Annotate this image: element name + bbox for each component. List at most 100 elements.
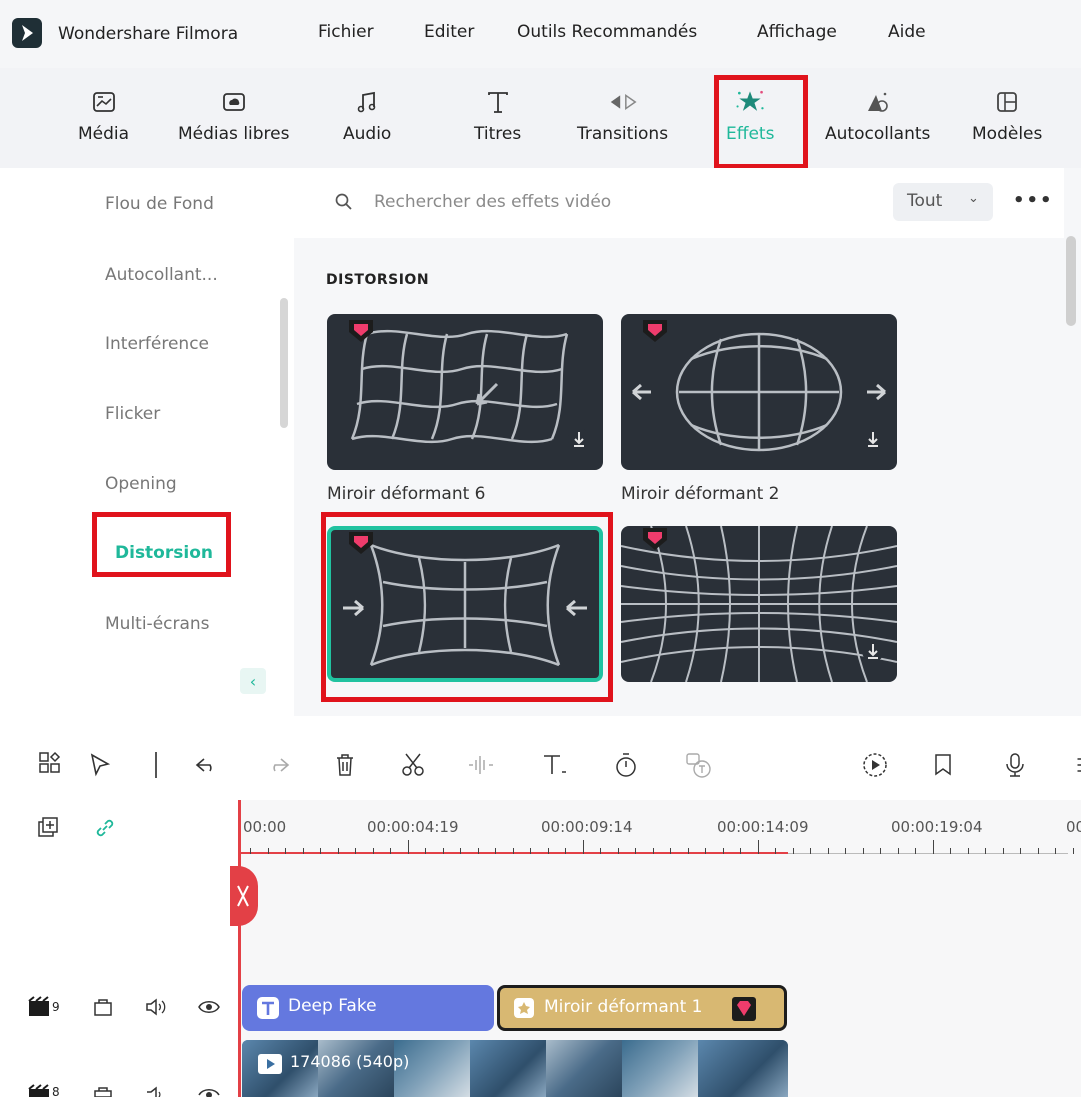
- delete-icon[interactable]: [330, 750, 360, 780]
- filmora-logo-icon: [12, 18, 42, 48]
- effect-thumb-miroir-2[interactable]: [621, 314, 897, 470]
- sticker-icon: [862, 86, 894, 118]
- video-frame: [470, 1040, 546, 1097]
- collapse-sidebar-button[interactable]: ‹: [240, 668, 266, 694]
- ruler-time-2: 00:00:09:14: [541, 818, 633, 836]
- video-frame: [698, 1040, 788, 1097]
- layout-grid-icon[interactable]: [36, 750, 66, 780]
- ruler-tick: [337, 848, 339, 854]
- folder-lock-icon[interactable]: [92, 996, 114, 1018]
- video-clip-icon: [258, 1054, 282, 1074]
- eye-icon[interactable]: [197, 996, 221, 1018]
- tab-effets[interactable]: Effets: [726, 86, 774, 144]
- search-input[interactable]: Rechercher des effets vidéo: [374, 192, 611, 212]
- effect-thumb-miroir-6[interactable]: [327, 314, 603, 470]
- ruler-tick: [407, 840, 409, 854]
- ruler-tick: [862, 848, 864, 854]
- sidebar-scrollbar[interactable]: [280, 298, 288, 428]
- speech-to-text-icon[interactable]: [683, 750, 713, 780]
- stock-media-icon: [218, 86, 250, 118]
- ruler-tick: [302, 848, 304, 854]
- more-options-icon[interactable]: •••: [1013, 190, 1054, 211]
- effect-thumb-4[interactable]: [621, 526, 897, 682]
- ruler-time-0: 00:00: [243, 818, 287, 836]
- add-track-icon[interactable]: [36, 815, 62, 841]
- ruler-tick: [827, 848, 829, 854]
- speaker-icon[interactable]: [144, 996, 168, 1018]
- sidebar-item-flicker[interactable]: Flicker: [105, 404, 160, 424]
- menu-editer[interactable]: Editer: [424, 22, 474, 42]
- ruler-tick: [547, 848, 549, 854]
- video-track-icon-2: [28, 1084, 49, 1097]
- track-number: 9: [52, 1000, 60, 1014]
- sidebar-item-interference[interactable]: Interférence: [105, 334, 209, 354]
- filter-dropdown[interactable]: Tout ⌄: [893, 183, 993, 221]
- sidebar-item-flou-de-fond[interactable]: Flou de Fond: [105, 194, 214, 214]
- template-icon: [991, 86, 1023, 118]
- menu-lines-icon[interactable]: [1066, 750, 1081, 780]
- menu-outils-recommandes[interactable]: Outils Recommandés: [517, 22, 697, 42]
- tab-audio[interactable]: Audio: [343, 86, 391, 144]
- sidebar-item-opening[interactable]: Opening: [105, 474, 177, 494]
- ruler-tick: [477, 848, 479, 854]
- sidebar-item-multi-ecrans[interactable]: Multi-écrans: [105, 614, 210, 634]
- audio-split-icon[interactable]: [466, 750, 496, 780]
- text-tool-icon[interactable]: [540, 750, 570, 780]
- app-name: Wondershare Filmora: [58, 24, 239, 44]
- title-clip[interactable]: Deep Fake: [242, 985, 494, 1031]
- ruler-tick: [950, 848, 951, 854]
- video-clip-label: 174086 (540p): [290, 1052, 410, 1071]
- text-t-icon: [482, 86, 514, 118]
- tab-modeles[interactable]: Modèles: [972, 86, 1042, 144]
- undo-icon[interactable]: [192, 750, 222, 780]
- marker-icon[interactable]: [928, 750, 958, 780]
- effect-clip[interactable]: Miroir déformant 1: [497, 985, 787, 1031]
- tab-transitions-label: Transitions: [577, 124, 669, 144]
- tab-media-label: Média: [78, 124, 130, 144]
- video-frame: [622, 1040, 698, 1097]
- tab-modeles-label: Modèles: [972, 124, 1043, 144]
- ruler-tick: [355, 848, 356, 854]
- ruler-tick: [705, 848, 706, 854]
- select-pointer-icon[interactable]: [86, 750, 116, 780]
- ruler-tick: [582, 840, 584, 854]
- ruler-tick: [1072, 848, 1074, 854]
- render-preview-icon[interactable]: [860, 750, 890, 780]
- tab-media[interactable]: Média: [78, 86, 129, 144]
- scissors-icon[interactable]: [398, 750, 428, 780]
- menu-affichage[interactable]: Affichage: [757, 22, 837, 42]
- track-headers: [0, 800, 240, 1097]
- ruler-tick: [687, 848, 689, 854]
- redo-icon[interactable]: [263, 750, 293, 780]
- link-icon[interactable]: [92, 815, 118, 841]
- ruler-tick: [320, 848, 321, 854]
- menu-fichier[interactable]: Fichier: [318, 22, 374, 42]
- effect-clip-label: Miroir déformant 1: [544, 997, 703, 1017]
- effect-thumb-selected[interactable]: [327, 526, 603, 682]
- playhead-handle[interactable]: [230, 866, 258, 926]
- ruler-time-4: 00:00:19:04: [891, 818, 983, 836]
- ruler-tick: [460, 848, 461, 854]
- playhead[interactable]: [238, 800, 241, 1097]
- folder-lock-icon-2[interactable]: [92, 1084, 114, 1097]
- ruler-tick: [757, 840, 759, 854]
- content-scrollbar[interactable]: [1066, 236, 1076, 326]
- tab-stock-media-label: Médias libres: [178, 124, 290, 144]
- tab-transitions[interactable]: Transitions: [577, 86, 668, 144]
- ruler-tick: [530, 848, 531, 854]
- timer-icon[interactable]: [611, 750, 641, 780]
- menu-aide[interactable]: Aide: [888, 22, 926, 42]
- video-frame: [546, 1040, 622, 1097]
- sidebar-item-autocollant[interactable]: Autocollant...: [105, 265, 218, 285]
- ruler-tick: [792, 848, 794, 854]
- video-clip[interactable]: 174086 (540p): [242, 1040, 788, 1097]
- ruler-tick: [880, 848, 881, 854]
- tab-autocollants[interactable]: Autocollants: [825, 86, 930, 144]
- ruler-tick: [635, 848, 636, 854]
- sidebar-item-distorsion[interactable]: Distorsion: [115, 543, 213, 563]
- tab-stock-media[interactable]: Médias libres: [178, 86, 290, 144]
- speaker-icon-2[interactable]: [144, 1084, 168, 1097]
- eye-icon-2[interactable]: [197, 1084, 221, 1097]
- tab-titres[interactable]: Titres: [474, 86, 521, 144]
- microphone-icon[interactable]: [1000, 750, 1030, 780]
